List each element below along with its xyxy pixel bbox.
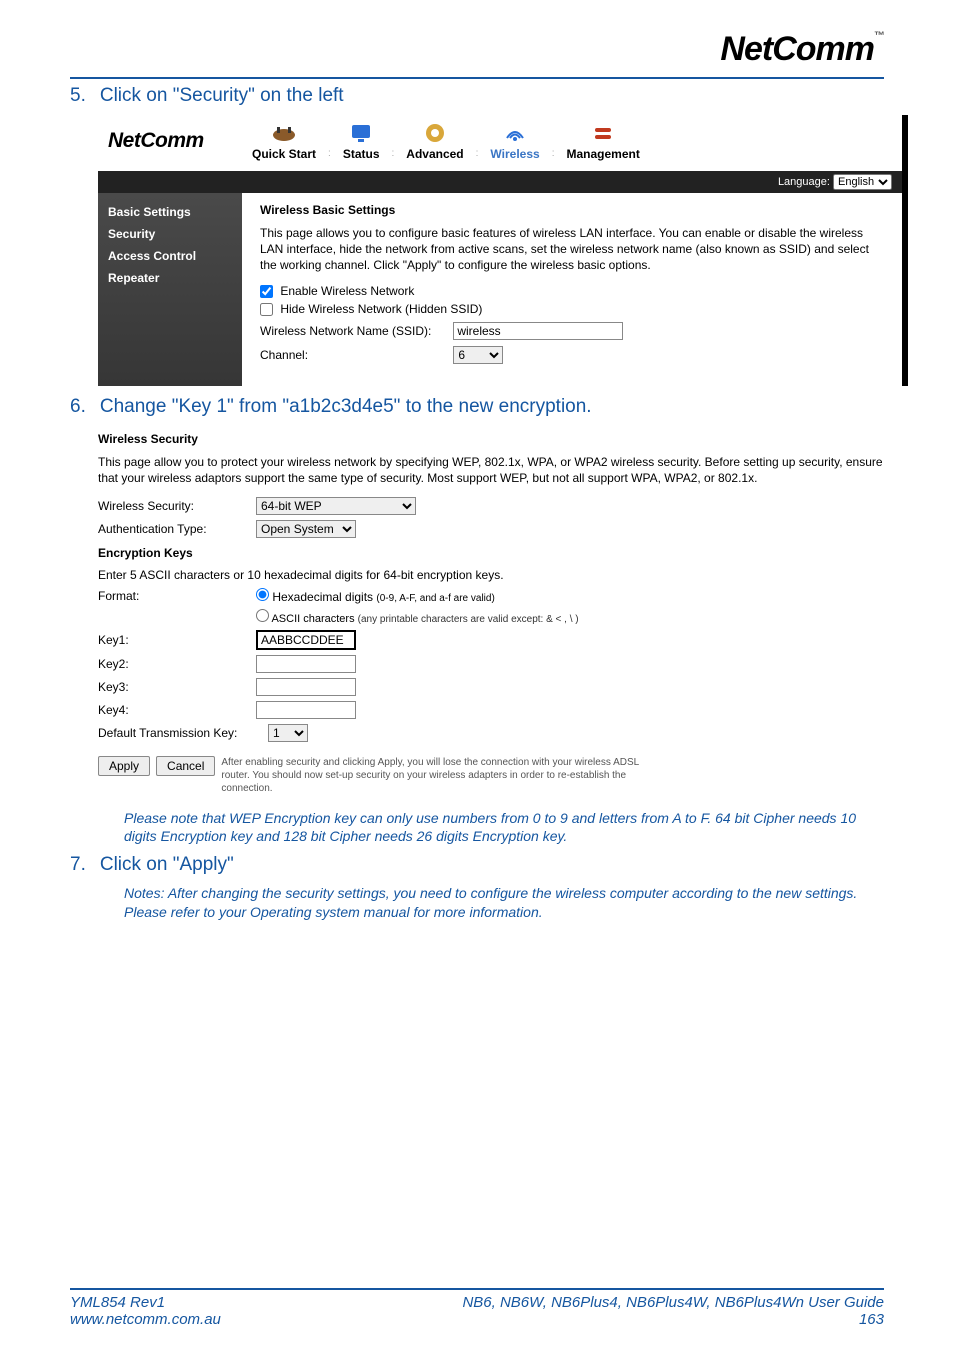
format-ascii-radio[interactable] xyxy=(256,609,269,622)
apply-note: After enabling security and clicking App… xyxy=(221,756,641,795)
format-ascii-label: ASCII characters xyxy=(271,613,354,625)
wireless-security-label: Wireless Security: xyxy=(98,499,256,513)
key3-input[interactable] xyxy=(256,678,356,696)
key2-input[interactable] xyxy=(256,655,356,673)
basic-desc: This page allows you to configure basic … xyxy=(260,225,884,274)
language-select[interactable]: English xyxy=(833,174,892,190)
default-tx-key-select[interactable]: 1 xyxy=(268,724,308,742)
ssid-label: Wireless Network Name (SSID): xyxy=(260,324,450,338)
format-hex-note: (0-9, A-F, and a-f are valid) xyxy=(376,593,494,604)
ssid-input[interactable] xyxy=(453,322,623,340)
wireless-icon xyxy=(490,121,539,145)
channel-label: Channel: xyxy=(260,348,450,362)
footer-models: NB6, NB6W, NB6Plus4, NB6Plus4W, NB6Plus4… xyxy=(462,1294,804,1311)
sidebar-item-repeater[interactable]: Repeater xyxy=(98,267,242,289)
sidebar-item-security[interactable]: Security xyxy=(98,223,242,245)
wireless-security-select[interactable]: 64-bit WEP xyxy=(256,497,416,515)
tab-status[interactable]: Status xyxy=(343,121,380,161)
language-bar: Language: English xyxy=(98,171,902,193)
footer-url: www.netcomm.com.au xyxy=(70,1311,221,1328)
security-desc: This page allow you to protect your wire… xyxy=(98,454,884,486)
sidebar: Basic Settings Security Access Control R… xyxy=(98,193,242,386)
security-heading: Wireless Security xyxy=(98,432,884,446)
format-label: Format: xyxy=(98,589,256,603)
sidebar-item-access[interactable]: Access Control xyxy=(98,245,242,267)
gear-icon xyxy=(406,121,463,145)
enable-wireless-checkbox[interactable] xyxy=(260,285,273,298)
key4-input[interactable] xyxy=(256,701,356,719)
tools-icon xyxy=(566,121,639,145)
step-7: 7.Click on "Apply" xyxy=(70,854,884,876)
footer-rev: YML854 Rev1 xyxy=(70,1294,221,1311)
format-hex-radio[interactable] xyxy=(256,588,269,601)
key4-label: Key4: xyxy=(98,703,256,717)
default-tx-key-label: Default Transmission Key: xyxy=(98,726,268,740)
key3-label: Key3: xyxy=(98,680,256,694)
footer-page: 163 xyxy=(462,1311,884,1328)
tab-quick-start[interactable]: Quick Start xyxy=(252,121,316,161)
after-apply-note: Notes: After changing the security setti… xyxy=(124,884,884,922)
enable-wireless-label: Enable Wireless Network xyxy=(280,284,414,298)
router-icon xyxy=(252,121,316,145)
divider xyxy=(70,77,884,79)
format-hex-label: Hexadecimal digits xyxy=(272,590,373,604)
format-ascii-note: (any printable characters are valid exce… xyxy=(358,614,579,625)
footer-guide: User Guide xyxy=(804,1294,884,1311)
monitor-icon xyxy=(343,121,380,145)
key2-label: Key2: xyxy=(98,657,256,671)
key1-label: Key1: xyxy=(98,633,256,647)
brand-logo: NetComm™ xyxy=(70,30,884,69)
basic-heading: Wireless Basic Settings xyxy=(260,203,884,217)
channel-select[interactable]: 6 xyxy=(453,346,503,364)
encryption-keys-heading: Encryption Keys xyxy=(98,546,884,560)
router-logo: NetComm xyxy=(108,129,228,153)
tab-management[interactable]: Management xyxy=(566,121,639,161)
step-5: 5.Click on "Security" on the left xyxy=(70,85,884,107)
apply-button[interactable]: Apply xyxy=(98,756,150,776)
tab-wireless[interactable]: Wireless xyxy=(490,121,539,161)
auth-type-label: Authentication Type: xyxy=(98,522,256,536)
hide-ssid-checkbox[interactable] xyxy=(260,303,273,316)
step-6: 6.Change "Key 1" from "a1b2c3d4e5" to th… xyxy=(70,396,884,418)
encryption-note: Enter 5 ASCII characters or 10 hexadecim… xyxy=(98,568,884,582)
router-screenshot-basic: NetComm Quick Start : Status : xyxy=(98,115,908,386)
wep-note: Please note that WEP Encryption key can … xyxy=(124,809,884,847)
hide-ssid-label: Hide Wireless Network (Hidden SSID) xyxy=(280,302,482,316)
cancel-button[interactable]: Cancel xyxy=(156,756,215,776)
key1-input[interactable] xyxy=(256,630,356,650)
security-screenshot: Wireless Security This page allow you to… xyxy=(98,432,884,794)
page-footer: YML854 Rev1 www.netcomm.com.au NB6, NB6W… xyxy=(70,1288,884,1328)
auth-type-select[interactable]: Open System xyxy=(256,520,356,538)
tab-advanced[interactable]: Advanced xyxy=(406,121,463,161)
sidebar-item-basic[interactable]: Basic Settings xyxy=(98,201,242,223)
